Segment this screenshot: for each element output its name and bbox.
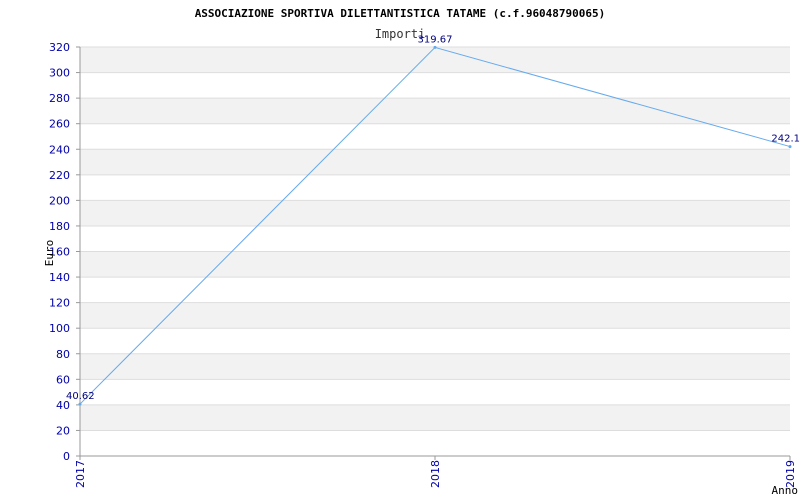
plot-band (80, 404, 790, 431)
y-tick-label: 300 (49, 67, 70, 80)
y-tick-label: 80 (56, 348, 70, 361)
x-tick-label: 2017 (74, 460, 87, 488)
plot-band (80, 98, 790, 124)
y-tick-label: 200 (49, 194, 70, 207)
x-axis-label: Anno (772, 484, 799, 497)
chart-title: ASSOCIAZIONE SPORTIVA DILETTANTISTICA TA… (195, 7, 606, 20)
y-tick-label: 180 (49, 220, 70, 233)
data-label: 242.1 (771, 134, 800, 145)
y-tick-label: 240 (49, 143, 70, 156)
y-tick-label: 220 (49, 169, 70, 182)
y-tick-label: 20 (56, 424, 70, 437)
plot-band (80, 379, 790, 405)
plot-band (80, 174, 790, 201)
x-tick-label: 2018 (429, 460, 442, 488)
y-tick-label: 0 (63, 450, 70, 463)
plot-band (80, 353, 790, 380)
y-tick-label: 280 (49, 92, 70, 105)
y-tick-label: 100 (49, 322, 70, 335)
y-tick-label: 60 (56, 373, 70, 386)
plot-band (80, 251, 790, 278)
plot-band (80, 149, 790, 175)
data-point (78, 402, 82, 406)
plot-band (80, 72, 790, 99)
data-point (788, 145, 792, 149)
data-label: 40.62 (66, 391, 95, 402)
plot-band (80, 47, 790, 73)
data-label: 319.67 (418, 34, 453, 45)
plot-band (80, 277, 790, 303)
x-axis-ticks: 2017 2018 2019 (74, 456, 797, 488)
y-tick-label: 320 (49, 41, 70, 54)
data-point (433, 45, 437, 49)
plot-band (80, 328, 790, 354)
plot-band (80, 225, 790, 252)
plot-band (80, 200, 790, 226)
plot-band (80, 123, 790, 150)
y-tick-label: 260 (49, 118, 70, 131)
y-axis-label: Euro (43, 240, 56, 267)
plot-band (80, 430, 790, 456)
y-tick-label: 140 (49, 271, 70, 284)
y-tick-label: 120 (49, 297, 70, 310)
plot-band (80, 302, 790, 329)
line-chart: ASSOCIAZIONE SPORTIVA DILETTANTISTICA TA… (43, 7, 800, 497)
